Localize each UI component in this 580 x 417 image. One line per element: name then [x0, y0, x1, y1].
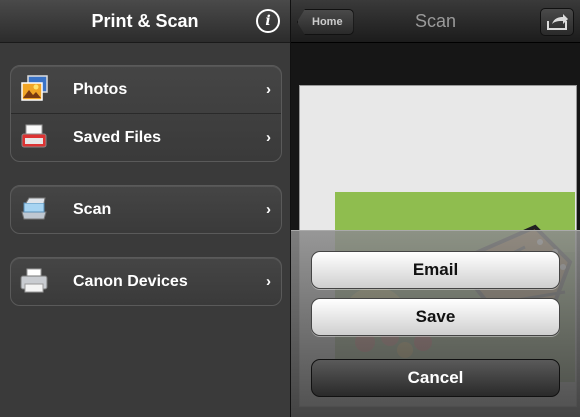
chevron-right-icon: ›: [266, 81, 271, 98]
menu-item-label: Canon Devices: [73, 273, 188, 290]
menu-item-label: Saved Files: [73, 129, 162, 146]
chevron-right-icon: ›: [266, 201, 271, 218]
photos-icon: [21, 75, 48, 101]
menu-item-photos[interactable]: Photos ›: [11, 66, 281, 113]
share-icon[interactable]: [540, 8, 574, 36]
page-title: Scan: [414, 11, 457, 31]
save-button[interactable]: Save: [311, 298, 560, 336]
top-navbar: Print & Scan i: [0, 0, 290, 43]
chevron-right-icon: ›: [266, 129, 271, 146]
menu-item-scan[interactable]: Scan ›: [11, 186, 281, 233]
menu-group-files: Photos › Saved Files ›: [10, 65, 282, 162]
menu-group-devices: Canon Devices ›: [10, 257, 282, 306]
scanner-icon: [21, 197, 47, 220]
printer-tray-icon: [21, 124, 47, 148]
info-icon[interactable]: i: [256, 9, 280, 33]
cancel-button[interactable]: Cancel: [311, 359, 560, 397]
scan-screen: Home Scan Email Save Cancel: [291, 0, 580, 417]
app-root: Print & Scan i Photos › Saved Files › Sc…: [0, 0, 580, 417]
menu-item-label: Photos: [73, 81, 128, 98]
printer-icon: [20, 268, 48, 293]
page-title: Print & Scan: [91, 11, 199, 31]
print-scan-screen: Print & Scan i Photos › Saved Files › Sc…: [0, 0, 290, 417]
menu-item-canon-devices[interactable]: Canon Devices ›: [11, 258, 281, 305]
top-navbar: Home Scan: [291, 0, 580, 43]
action-sheet: Email Save Cancel: [291, 230, 580, 417]
chevron-right-icon: ›: [266, 273, 271, 290]
menu-item-label: Scan: [73, 201, 112, 218]
email-button[interactable]: Email: [311, 251, 560, 289]
menu-item-saved-files[interactable]: Saved Files ›: [11, 113, 281, 161]
menu-group-scan: Scan ›: [10, 185, 282, 234]
